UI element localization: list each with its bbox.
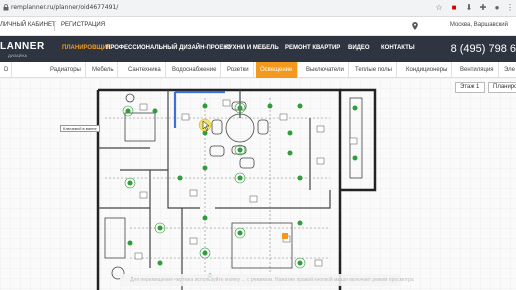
nav-contacts[interactable]: КОНТАКТЫ: [381, 45, 415, 51]
location-pin-icon: [412, 22, 418, 30]
tab-water-supply[interactable]: Водоснабжение: [168, 62, 222, 78]
register-link[interactable]: РЕГИСТРАЦИЯ: [61, 22, 105, 28]
logo[interactable]: LANNER: [0, 41, 45, 52]
star-icon[interactable]: ☆: [434, 3, 444, 13]
extension-icon[interactable]: ■: [449, 3, 459, 13]
tab-ventilation[interactable]: Вентиляция: [456, 62, 499, 78]
nav-video[interactable]: ВИДЕО: [348, 45, 370, 51]
tab-electrical[interactable]: Эле: [500, 62, 516, 78]
tab-sockets[interactable]: Розетки: [223, 62, 254, 78]
city-selector[interactable]: Москва, Варшавский: [450, 22, 508, 28]
menu-icon[interactable]: ⋮: [505, 3, 515, 13]
tab-furniture[interactable]: Мебель: [88, 62, 119, 78]
nav-renovation[interactable]: РЕМОНТ КВАРТИР: [285, 45, 340, 51]
lock-icon: [3, 4, 9, 11]
plan-canvas[interactable]: Этаж 1 Планировк Ключевой в ванне Для пе…: [0, 78, 516, 290]
category-tabs: D Радиаторы Мебель Сантехника Водоснабже…: [0, 62, 516, 78]
logo-subtitle: ДИЗАЙНА: [8, 53, 28, 58]
site-top-bar: ЛИЧНЫЙ КАБИНЕТ РЕГИСТРАЦИЯ Москва, Варша…: [0, 17, 516, 36]
room-label: Ключевой в ванне: [60, 125, 100, 132]
phone-number[interactable]: 8 (495) 798 6: [451, 43, 516, 55]
tab-air-conditioners[interactable]: Кондиционеры: [402, 62, 453, 78]
download-icon[interactable]: ⬇: [464, 3, 474, 13]
tab-3d[interactable]: D: [0, 62, 12, 78]
tab-lighting[interactable]: Освещение: [256, 62, 298, 78]
profile-icon[interactable]: ●: [492, 3, 502, 13]
tab-radiators[interactable]: Радиаторы: [46, 62, 86, 78]
divider: [54, 21, 55, 31]
tab-switches[interactable]: Выключатели: [302, 62, 349, 78]
tab-heated-floors[interactable]: Теплые полы: [351, 62, 397, 78]
browser-address-bar: remplanner.ru/planner/oid4677491/ ☆ ■ ⬇ …: [0, 0, 516, 17]
puzzle-icon[interactable]: ✚: [478, 3, 488, 13]
plan-select[interactable]: Планировк: [488, 82, 516, 93]
floor-select[interactable]: Этаж 1: [455, 82, 485, 93]
canvas-hint: Для перемещения чертежа используйте кноп…: [130, 277, 414, 283]
main-nav: LANNER ДИЗАЙНА ПЛАНИРОВЩИК ПРОФЕССИОНАЛЬ…: [0, 36, 516, 62]
nav-planner[interactable]: ПЛАНИРОВЩИК: [62, 45, 111, 51]
nav-design-project[interactable]: ПРОФЕССИОНАЛЬНЫЙ ДИЗАЙН-ПРОЕКТ: [106, 45, 231, 51]
cabinet-link[interactable]: ЛИЧНЫЙ КАБИНЕТ: [0, 22, 56, 28]
tab-plumbing[interactable]: Сантехника: [124, 62, 166, 78]
floor-plan-drawing: [0, 78, 516, 290]
nav-kitchens[interactable]: КУХНИ И МЕБЕЛЬ: [225, 45, 279, 51]
url-field[interactable]: remplanner.ru/planner/oid4677491/: [11, 4, 118, 11]
